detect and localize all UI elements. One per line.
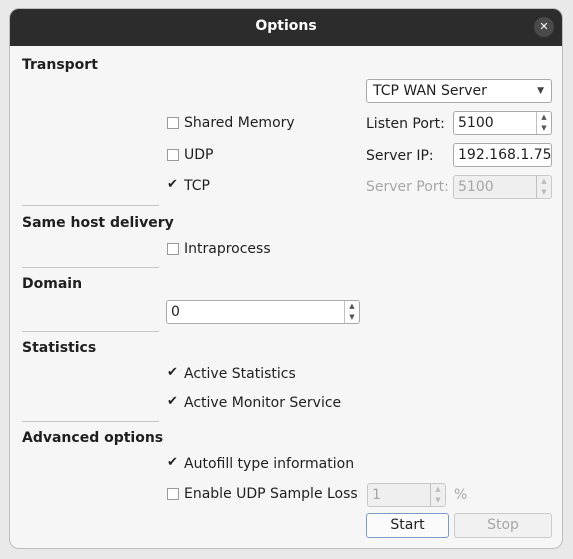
active-statistics-label: Active Statistics: [184, 366, 296, 382]
domain-spinbox[interactable]: 0 ▲ ▼: [166, 300, 360, 324]
listen-port-spinbox[interactable]: 5100 ▲ ▼: [453, 111, 552, 135]
server-port-stepper: ▲ ▼: [536, 176, 551, 198]
transport-mode-select[interactable]: TCP WAN Server ▼: [366, 79, 552, 103]
listen-port-label: Listen Port:: [366, 116, 445, 132]
autofill-checkbox[interactable]: [167, 455, 179, 470]
tcp-checkbox[interactable]: [167, 177, 179, 192]
section-divider: [22, 331, 159, 332]
autofill-label: Autofill type information: [184, 456, 355, 472]
udp-sample-loss-spinbox: 1 ▲ ▼: [367, 483, 446, 507]
transport-heading: Transport: [22, 57, 98, 73]
chevron-up-icon[interactable]: ▲: [345, 301, 359, 312]
window-title: Options: [255, 18, 317, 34]
chevron-up-icon: ▲: [541, 177, 547, 185]
section-divider: [22, 421, 159, 422]
close-button[interactable]: ✕: [534, 17, 554, 37]
chevron-up-icon: ▲: [435, 485, 441, 493]
domain-heading: Domain: [22, 276, 83, 292]
chevron-down-icon: ▼: [537, 86, 544, 96]
section-divider: [22, 267, 159, 268]
chevron-down-icon[interactable]: ▼: [345, 312, 359, 323]
active-monitor-checkbox[interactable]: [167, 394, 179, 409]
active-monitor-label: Active Monitor Service: [184, 395, 342, 411]
udp-sample-loss-checkbox[interactable]: [167, 488, 179, 500]
chevron-down-icon[interactable]: ▼: [537, 123, 551, 134]
udp-sample-loss-label: Enable UDP Sample Loss: [184, 486, 358, 502]
udp-sample-loss-value: 1: [372, 487, 381, 503]
domain-value: 0: [171, 304, 180, 320]
server-port-spinbox: 5100 ▲ ▼: [453, 175, 552, 199]
listen-port-value: 5100: [458, 115, 494, 131]
server-ip-label: Server IP:: [366, 148, 434, 164]
server-ip-input[interactable]: 192.168.1.75: [453, 143, 552, 167]
listen-port-stepper[interactable]: ▲ ▼: [536, 112, 551, 134]
close-icon: ✕: [539, 20, 549, 33]
stop-button: Stop: [454, 513, 552, 538]
domain-stepper[interactable]: ▲ ▼: [344, 301, 359, 323]
server-port-value: 5100: [458, 179, 494, 195]
active-statistics-checkbox[interactable]: [167, 365, 179, 380]
server-ip-value: 192.168.1.75: [458, 147, 552, 163]
server-port-label: Server Port:: [366, 179, 449, 195]
tcp-label: TCP: [184, 178, 210, 194]
title-bar: Options ✕: [10, 9, 562, 46]
percent-unit-label: %: [454, 487, 468, 503]
options-dialog: Options ✕ Transport TCP WAN Server ▼ Sha…: [9, 8, 563, 549]
chevron-down-icon: ▼: [541, 188, 547, 196]
chevron-down-icon: ▼: [435, 496, 441, 504]
shared-memory-label: Shared Memory: [184, 115, 295, 131]
same-host-heading: Same host delivery: [22, 215, 174, 231]
transport-mode-value: TCP WAN Server: [373, 83, 487, 99]
udp-sample-loss-stepper: ▲ ▼: [430, 484, 445, 506]
udp-checkbox[interactable]: [167, 149, 179, 161]
shared-memory-checkbox[interactable]: [167, 117, 179, 129]
advanced-heading: Advanced options: [22, 430, 164, 446]
chevron-up-icon[interactable]: ▲: [537, 112, 551, 123]
udp-label: UDP: [184, 147, 214, 163]
start-button[interactable]: Start: [366, 513, 449, 538]
intraprocess-checkbox[interactable]: [167, 243, 179, 255]
statistics-heading: Statistics: [22, 340, 97, 356]
intraprocess-label: Intraprocess: [184, 241, 271, 257]
section-divider: [22, 205, 159, 206]
